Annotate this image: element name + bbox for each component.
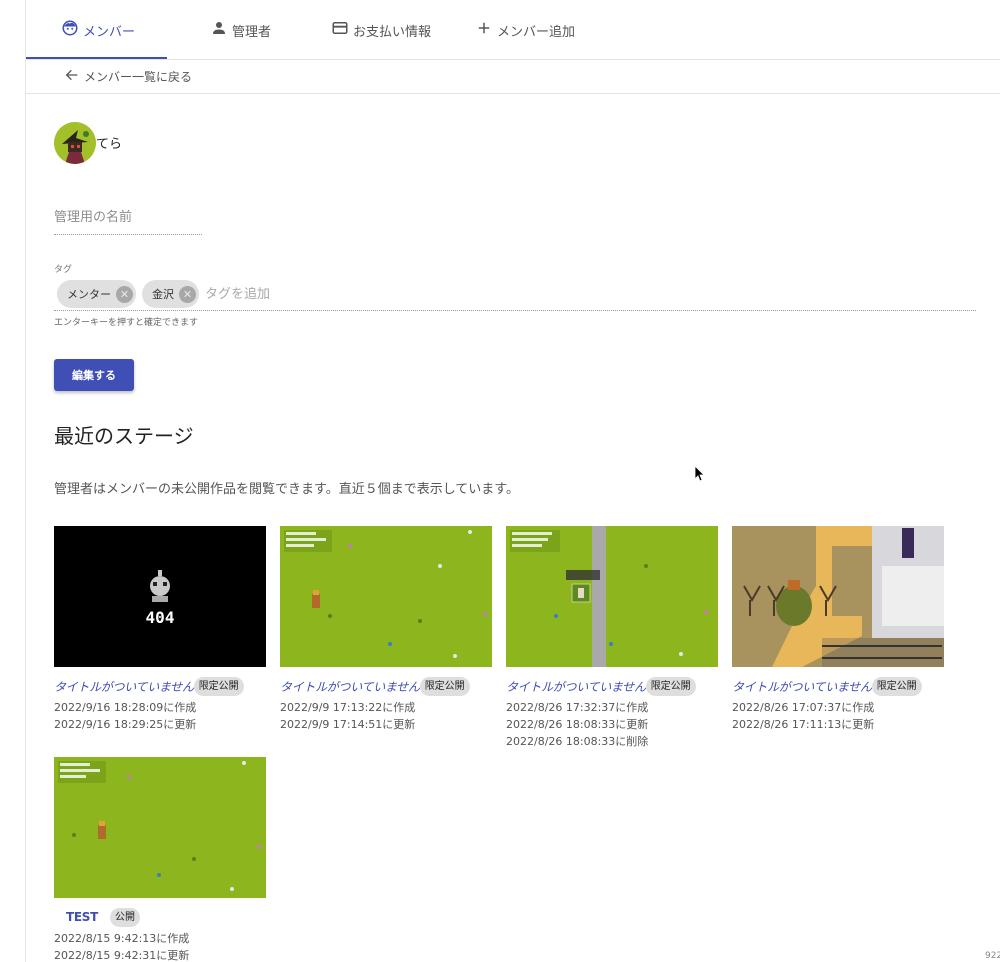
section-title: 最近のステージ xyxy=(54,424,194,448)
stage-title-link[interactable]: タイトルがついていません xyxy=(280,678,420,695)
stage-title-link[interactable]: タイトルがついていません xyxy=(506,678,646,695)
visibility-badge: 限定公開 xyxy=(645,676,696,696)
credit-card-icon xyxy=(331,19,349,41)
tag-chip[interactable]: メンター ✕ xyxy=(57,280,136,308)
active-tab-indicator xyxy=(26,57,167,59)
stage-title-link[interactable]: TEST xyxy=(66,910,98,924)
edit-button[interactable]: 編集する xyxy=(54,359,134,391)
remove-tag-icon[interactable]: ✕ xyxy=(116,285,133,303)
tab-add-member[interactable]: メンバー追加 xyxy=(475,0,575,60)
deleted-date: 2022/8/26 18:08:33に削除 xyxy=(506,735,649,748)
tab-members-label: メンバー xyxy=(83,24,136,40)
tab-billing[interactable]: お支払い情報 xyxy=(331,0,431,60)
remove-tag-icon[interactable]: ✕ xyxy=(179,285,196,303)
stage-thumbnail[interactable] xyxy=(280,526,492,667)
back-link-label: メンバー一覧に戻る xyxy=(84,70,193,84)
tab-bar: メンバー 管理者 お支払い情報 メンバー追加 xyxy=(26,0,1000,60)
left-divider xyxy=(25,0,26,962)
created-date: 2022/8/15 9:42:13に作成 xyxy=(54,932,190,945)
member-name: てら xyxy=(96,137,123,152)
stage-card: 404 タイトルがついていません 限定公開 2022/9/16 18:28:09… xyxy=(54,526,266,733)
back-bar: メンバー一覧に戻る xyxy=(26,60,1000,94)
visibility-badge: 限定公開 xyxy=(871,676,922,696)
mouse-cursor-icon xyxy=(694,465,705,486)
tab-billing-label: お支払い情報 xyxy=(353,24,432,40)
avatar xyxy=(54,122,96,164)
stage-card: タイトルがついていません 限定公開 2022/8/26 17:32:37に作成 … xyxy=(506,526,718,750)
add-tag-input[interactable] xyxy=(205,286,505,302)
created-date: 2022/8/26 17:07:37に作成 xyxy=(732,701,875,714)
person-icon xyxy=(210,19,228,41)
plus-icon xyxy=(475,19,493,41)
created-date: 2022/9/16 18:28:09に作成 xyxy=(54,701,197,714)
face-icon xyxy=(61,19,79,41)
stage-title-link[interactable]: タイトルがついていません xyxy=(54,678,194,695)
tag-label: タグ xyxy=(54,265,73,275)
updated-date: 2022/8/15 9:42:31に更新 xyxy=(54,949,190,962)
tab-add-member-label: メンバー追加 xyxy=(497,24,576,40)
stage-thumbnail[interactable]: 404 xyxy=(54,526,266,667)
stage-card: タイトルがついていません 限定公開 2022/8/26 17:07:37に作成 … xyxy=(732,526,944,733)
tab-admins-label: 管理者 xyxy=(232,24,272,40)
thumb-404-text: 404 xyxy=(146,608,175,627)
stage-card: タイトルがついていません 限定公開 2022/9/9 17:13:22に作成 2… xyxy=(280,526,492,733)
tab-admins[interactable]: 管理者 xyxy=(210,0,271,60)
updated-date: 2022/8/26 17:11:13に更新 xyxy=(732,718,875,731)
tag-chip[interactable]: 金沢 ✕ xyxy=(142,280,199,308)
tag-helper-text: エンターキーを押すと確定できます xyxy=(54,318,199,328)
back-to-members-link[interactable]: メンバー一覧に戻る xyxy=(64,67,192,86)
arrow-left-icon xyxy=(64,67,80,86)
updated-date: 2022/9/9 17:14:51に更新 xyxy=(280,718,416,731)
tab-members[interactable]: メンバー xyxy=(61,0,135,60)
corner-number: 922 xyxy=(985,951,1000,961)
stage-thumbnail[interactable] xyxy=(506,526,718,667)
created-date: 2022/8/26 17:32:37に作成 xyxy=(506,701,649,714)
stage-thumbnail[interactable] xyxy=(54,757,266,898)
visibility-badge: 公開 xyxy=(110,907,141,927)
updated-date: 2022/8/26 18:08:33に更新 xyxy=(506,718,649,731)
admin-name-field xyxy=(54,206,202,235)
tag-field: メンター ✕ 金沢 ✕ xyxy=(54,278,976,311)
visibility-badge: 限定公開 xyxy=(193,676,244,696)
admin-name-input[interactable] xyxy=(54,206,202,225)
section-description: 管理者はメンバーの未公開作品を閲覧できます。直近５個まで表示しています。 xyxy=(54,482,520,497)
stage-card: TEST 公開 2022/8/15 9:42:13に作成 2022/8/15 9… xyxy=(54,757,266,962)
tag-chip-label: 金沢 xyxy=(152,288,174,301)
tag-chip-label: メンター xyxy=(67,288,111,301)
updated-date: 2022/9/16 18:29:25に更新 xyxy=(54,718,197,731)
stage-thumbnail[interactable] xyxy=(732,526,944,667)
stage-title-link[interactable]: タイトルがついていません xyxy=(732,678,872,695)
visibility-badge: 限定公開 xyxy=(419,676,470,696)
created-date: 2022/9/9 17:13:22に作成 xyxy=(280,701,416,714)
